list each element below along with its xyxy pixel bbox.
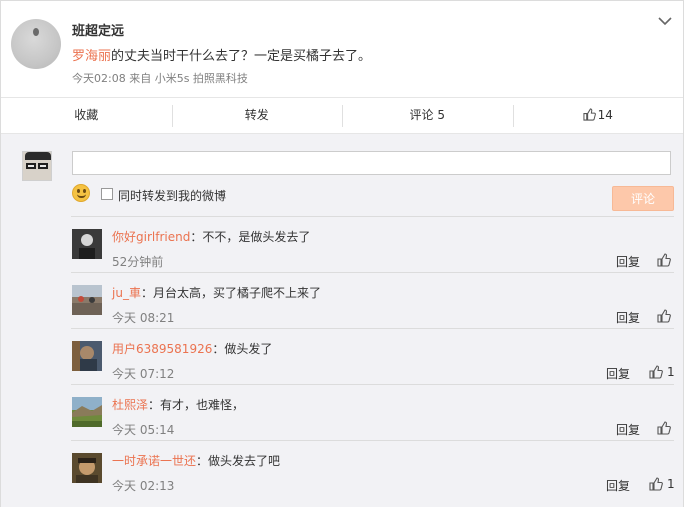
commenter-name[interactable]: 用户6389581926 bbox=[112, 342, 212, 356]
commenter-avatar[interactable] bbox=[72, 285, 102, 315]
comment-list: 你好girlfriend：不不，是做头发去了 52分钟前 回复 ju_車：月台太… bbox=[71, 216, 675, 496]
thumbs-up-icon[interactable] bbox=[657, 309, 673, 323]
emoji-icon[interactable] bbox=[72, 184, 90, 202]
reply-button[interactable]: 回复 bbox=[606, 477, 630, 494]
comment-time: 今天 08:21 bbox=[112, 311, 175, 325]
commenter-avatar[interactable] bbox=[72, 229, 102, 259]
comment-item: 杜熙泽：有才，也难怪， 今天 05:14 回复 bbox=[71, 384, 674, 440]
comment-time: 今天 02:13 bbox=[112, 479, 175, 493]
comment-section: 同时转发到我的微博 评论 你好girlfriend：不不，是做头发去了 52分钟… bbox=[1, 133, 683, 507]
comment-body: ：做头发了 bbox=[212, 342, 273, 356]
like-button[interactable]: 14 bbox=[512, 98, 684, 135]
comment-input[interactable] bbox=[72, 151, 671, 175]
commenter-avatar[interactable] bbox=[72, 341, 102, 371]
chevron-down-icon[interactable] bbox=[657, 15, 673, 29]
comment-body: ：月台太高，买了橘子爬不上来了 bbox=[140, 286, 321, 300]
thumbs-up-icon[interactable] bbox=[657, 421, 673, 435]
commenter-avatar[interactable] bbox=[72, 453, 102, 483]
action-bar: 收藏 转发 评论 5 14 bbox=[1, 97, 683, 133]
repost-checkbox[interactable] bbox=[101, 188, 113, 200]
comment-time: 52分钟前 bbox=[112, 255, 164, 269]
thumbs-up-icon[interactable] bbox=[649, 477, 665, 491]
commenter-avatar[interactable] bbox=[72, 397, 102, 427]
comment-like-count: 1 bbox=[667, 477, 675, 491]
thumbs-up-icon[interactable] bbox=[657, 253, 673, 267]
comment-time: 今天 07:12 bbox=[112, 367, 175, 381]
commenter-name[interactable]: 一时承诺一世还 bbox=[112, 454, 196, 468]
author-avatar[interactable] bbox=[11, 19, 61, 69]
commenter-name[interactable]: ju_車 bbox=[112, 286, 141, 300]
reply-button[interactable]: 回复 bbox=[606, 365, 630, 382]
post-header: 班超定远 罗海丽的丈夫当时干什么去了？一定是买橘子去了。 今天02:08 来自 … bbox=[1, 1, 683, 97]
submit-comment-button[interactable]: 评论 bbox=[612, 186, 674, 211]
repost-checkbox-label[interactable]: 同时转发到我的微博 bbox=[118, 187, 226, 204]
post-body: 的丈夫当时干什么去了？一定是买橘子去了。 bbox=[111, 49, 372, 64]
thumbs-up-icon bbox=[583, 100, 596, 135]
post-text: 罗海丽的丈夫当时干什么去了？一定是买橘子去了。 bbox=[72, 45, 371, 64]
comment-body: ：不不，是做头发去了 bbox=[190, 230, 311, 244]
commenter-name[interactable]: 杜熙泽 bbox=[112, 398, 148, 412]
comment-time: 今天 05:14 bbox=[112, 423, 175, 437]
comment-like-count: 1 bbox=[667, 365, 675, 379]
comment-text: 杜熙泽：有才，也难怪， bbox=[112, 396, 244, 413]
commenter-name[interactable]: 你好girlfriend bbox=[112, 230, 190, 244]
comment-text: 一时承诺一世还：做头发去了吧 bbox=[112, 452, 280, 469]
comment-button[interactable]: 评论 5 bbox=[342, 98, 513, 133]
like-count: 14 bbox=[597, 108, 613, 122]
weibo-post-card: 班超定远 罗海丽的丈夫当时干什么去了？一定是买橘子去了。 今天02:08 来自 … bbox=[0, 0, 684, 507]
comment-body: ：做头发去了吧 bbox=[196, 454, 281, 468]
reply-button[interactable]: 回复 bbox=[616, 309, 640, 326]
post-author[interactable]: 班超定远 bbox=[72, 20, 124, 39]
reply-button[interactable]: 回复 bbox=[616, 253, 640, 270]
comment-body: ：有才，也难怪， bbox=[148, 398, 245, 412]
post-meta: 今天02:08 来自 小米5s 拍照黑科技 bbox=[72, 72, 248, 85]
comment-text: ju_車：月台太高，买了橘子爬不上来了 bbox=[112, 284, 321, 301]
comment-text: 用户6389581926：做头发了 bbox=[112, 340, 272, 357]
thumbs-up-icon[interactable] bbox=[649, 365, 665, 379]
current-user-avatar bbox=[22, 151, 52, 181]
post-mention[interactable]: 罗海丽 bbox=[72, 49, 111, 64]
repost-button[interactable]: 转发 bbox=[171, 98, 343, 133]
comment-item: 一时承诺一世还：做头发去了吧 今天 02:13 回复 1 bbox=[71, 440, 675, 496]
comment-text: 你好girlfriend：不不，是做头发去了 bbox=[112, 228, 310, 245]
comment-item: 你好girlfriend：不不，是做头发去了 52分钟前 回复 bbox=[71, 216, 674, 272]
comment-item: ju_車：月台太高，买了橘子爬不上来了 今天 08:21 回复 bbox=[71, 272, 674, 328]
favorite-button[interactable]: 收藏 bbox=[1, 98, 172, 133]
reply-button[interactable]: 回复 bbox=[616, 421, 640, 438]
comment-item: 用户6389581926：做头发了 今天 07:12 回复 1 bbox=[71, 328, 675, 384]
